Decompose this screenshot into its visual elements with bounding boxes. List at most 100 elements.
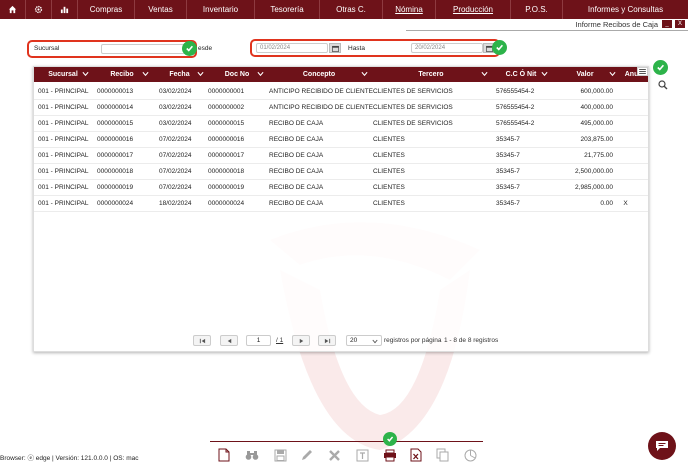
table-row[interactable]: 001 - PRINCIPAL 0000000017 07/02/2024 00… — [34, 148, 648, 164]
menu-ventas[interactable]: Ventas — [135, 0, 187, 19]
cell-fecha: 03/02/2024 — [159, 104, 192, 111]
hasta-label: Hasta — [348, 45, 365, 52]
table-row[interactable]: 001 - PRINCIPAL 0000000015 03/02/2024 00… — [34, 116, 648, 132]
previous-page-button[interactable] — [220, 335, 238, 346]
menu-tesoreria[interactable]: Tesorería — [255, 0, 320, 19]
cell-recibo: 0000000017 — [97, 152, 134, 159]
next-page-icon — [299, 338, 303, 343]
cell-tercero: CLIENTES — [373, 200, 405, 207]
cell-cc-nit: 35345-7 — [496, 168, 520, 175]
table-row[interactable]: 001 - PRINCIPAL 0000000019 07/02/2024 00… — [34, 180, 648, 196]
cell-concepto: ANTICIPO RECIBIDO DE CLIENTE — [269, 104, 373, 111]
chat-bubble-icon — [656, 441, 668, 451]
cell-valor: 600,000.00 — [580, 88, 613, 95]
browser-info: Browser: ⓔ edge | Versión: 121.0.0.0 | O… — [0, 455, 139, 462]
table-row[interactable]: 001 - PRINCIPAL 0000000024 18/02/2024 00… — [34, 196, 648, 212]
menu-inventario[interactable]: Inventario — [187, 0, 255, 19]
print-button[interactable] — [382, 447, 398, 463]
column-header-valor[interactable]: Valor — [551, 67, 619, 82]
settings-button[interactable] — [26, 0, 52, 19]
reports-button[interactable] — [52, 0, 78, 19]
cell-recibo: 0000000019 — [97, 184, 134, 191]
desde-date-input[interactable]: 01/02/2024 — [256, 43, 328, 53]
binoculars-icon — [245, 451, 259, 460]
menu-nomina[interactable]: Nómina — [383, 0, 436, 19]
table-row[interactable]: 001 - PRINCIPAL 0000000018 07/02/2024 00… — [34, 164, 648, 180]
column-header-cc-nit[interactable]: C.C Ó Nit — [491, 67, 551, 82]
column-header-recibo[interactable]: Recibo — [92, 67, 152, 82]
column-header-sucursal[interactable]: Sucursal — [34, 67, 92, 82]
column-header-doc-no[interactable]: Doc No — [207, 67, 267, 82]
find-button[interactable] — [244, 447, 260, 463]
printer-icon — [384, 449, 396, 461]
records-range: 1 - 8 de 8 registros — [444, 337, 499, 344]
menu-otras-c[interactable]: Otras C. — [320, 0, 383, 19]
home-icon — [8, 5, 17, 14]
menu-icon — [639, 69, 646, 74]
cell-sucursal: 001 - PRINCIPAL — [38, 104, 89, 111]
cell-fecha: 03/02/2024 — [159, 88, 192, 95]
minimize-button[interactable]: _ — [662, 20, 672, 28]
per-page-label: registros por página — [384, 337, 442, 344]
cell-concepto: RECIBO DE CAJA — [269, 200, 324, 207]
close-button[interactable]: X — [675, 20, 685, 28]
table-row[interactable]: 001 - PRINCIPAL 0000000013 03/02/2024 00… — [34, 84, 648, 100]
menu-pos[interactable]: P.O.S. — [511, 0, 563, 19]
column-header-fecha[interactable]: Fecha — [152, 67, 207, 82]
sucursal-check-icon — [182, 41, 197, 56]
cell-tercero: CLIENTES — [373, 136, 405, 143]
export-excel-button[interactable] — [408, 447, 424, 463]
home-button[interactable] — [0, 0, 26, 19]
cell-cc-nit: 35345-7 — [496, 136, 520, 143]
cell-cc-nit: 35345-7 — [496, 184, 520, 191]
search-icon[interactable] — [658, 80, 668, 90]
first-page-button[interactable] — [193, 335, 211, 346]
cell-fecha: 07/02/2024 — [159, 184, 192, 191]
receipts-table: Sucursal Recibo Fecha Doc No Concepto Te… — [33, 66, 649, 352]
per-page-select[interactable]: 20 — [346, 335, 382, 346]
table-row[interactable]: 001 - PRINCIPAL 0000000016 07/02/2024 00… — [34, 132, 648, 148]
page-number-input[interactable]: 1 — [246, 335, 271, 346]
chevron-down-icon — [82, 71, 89, 77]
sucursal-select[interactable] — [101, 44, 186, 54]
desde-calendar-button[interactable] — [329, 43, 341, 53]
pagination-bar: 1 / 1 20 registros por página 1 - 8 de 8… — [34, 335, 648, 349]
excel-icon — [410, 448, 422, 462]
table-row[interactable]: 001 - PRINCIPAL 0000000014 03/02/2024 00… — [34, 100, 648, 116]
chart-button[interactable] — [462, 447, 478, 463]
menu-produccion[interactable]: Producción — [436, 0, 511, 19]
cell-sucursal: 001 - PRINCIPAL — [38, 136, 89, 143]
confirm-check-icon[interactable] — [653, 60, 668, 75]
cell-anul: X — [623, 200, 628, 207]
last-page-button[interactable] — [318, 335, 336, 346]
hasta-date-input[interactable]: 20/02/2024 — [411, 43, 483, 53]
previous-page-icon — [227, 338, 231, 343]
menu-compras[interactable]: Compras — [78, 0, 135, 19]
chevron-down-icon — [197, 71, 204, 77]
cell-fecha: 03/02/2024 — [159, 120, 192, 127]
menu-informes-consultas[interactable]: Informes y Consultas — [563, 0, 688, 19]
save-button[interactable] — [272, 447, 288, 463]
last-page-icon — [324, 338, 330, 343]
next-page-button[interactable] — [292, 335, 310, 346]
cell-doc-no: 0000000001 — [208, 88, 245, 95]
cell-valor: 2,500,000.00 — [575, 168, 613, 175]
new-document-button[interactable] — [216, 447, 232, 463]
new-document-icon — [218, 448, 230, 462]
sucursal-label: Sucursal — [34, 45, 60, 52]
column-menu-button[interactable] — [637, 67, 648, 76]
cell-recibo: 0000000016 — [97, 136, 134, 143]
copy-button[interactable] — [434, 447, 450, 463]
delete-button[interactable] — [326, 447, 342, 463]
column-header-concepto[interactable]: Concepto — [267, 67, 371, 82]
text-button[interactable] — [354, 447, 370, 463]
cell-valor: 2,985,000.00 — [575, 184, 613, 191]
cell-doc-no: 0000000019 — [208, 184, 245, 191]
title-divider — [406, 30, 688, 31]
cell-cc-nit: 576555454-2 — [496, 120, 535, 127]
cell-valor: 0.00 — [600, 200, 613, 207]
chat-button[interactable] — [648, 432, 676, 460]
chevron-down-icon — [142, 71, 149, 77]
column-header-tercero[interactable]: Tercero — [371, 67, 491, 82]
edit-button[interactable] — [299, 447, 315, 463]
